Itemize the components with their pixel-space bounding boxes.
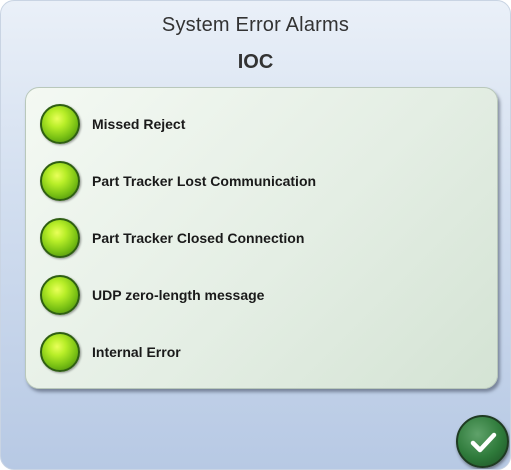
alarm-list-panel: Missed Reject Part Tracker Lost Communic… [25, 87, 498, 389]
alarm-label: Missed Reject [92, 116, 186, 132]
dialog-title: System Error Alarms [161, 14, 350, 36]
alarm-label: UDP zero-length message [92, 287, 265, 303]
alarm-label: Part Tracker Closed Connection [92, 230, 305, 246]
alarm-item-internal-error: Internal Error [40, 330, 181, 374]
alarm-item-missed-reject: Missed Reject [40, 102, 185, 146]
status-led-icon [40, 275, 80, 315]
alarm-label: Internal Error [92, 344, 181, 360]
system-error-alarms-dialog: System Error Alarms IOC Missed Reject Pa… [0, 0, 511, 470]
alarm-item-part-tracker-lost-communication: Part Tracker Lost Communication [40, 159, 316, 203]
alarm-item-part-tracker-closed-connection: Part Tracker Closed Connection [40, 216, 304, 260]
alarm-label: Part Tracker Lost Communication [92, 173, 317, 189]
status-led-icon [40, 332, 80, 372]
alarm-item-udp-zero-length-message: UDP zero-length message [40, 273, 264, 317]
status-led-icon [40, 104, 80, 144]
status-led-icon [40, 218, 80, 258]
status-led-icon [40, 161, 80, 201]
confirm-button[interactable] [456, 415, 509, 468]
dialog-subtitle: IOC [237, 51, 274, 73]
checkmark-icon [470, 432, 496, 452]
